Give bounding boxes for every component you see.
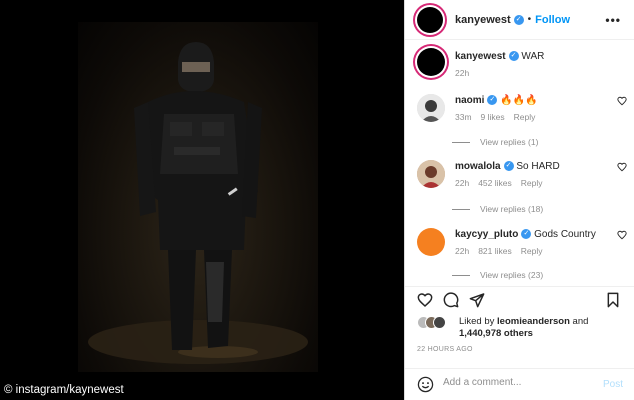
verified-badge-icon: ✓ [521, 229, 532, 240]
instagram-post: © instagram/kaynewest kanyewest ✓ • Follo… [0, 0, 634, 400]
post-side-panel: kanyewest ✓ • Follow ••• kanyewest ✓ WAR 2… [404, 0, 634, 400]
caption-username[interactable]: kanyewest [455, 51, 506, 62]
heart-icon[interactable] [617, 230, 627, 240]
smiley-icon[interactable] [417, 376, 434, 393]
liker-avatars [417, 316, 453, 329]
bookmark-icon[interactable] [605, 292, 621, 308]
caption-time: 22h [455, 68, 470, 78]
post-photo[interactable] [78, 22, 318, 372]
comment-row: naomi ✓ 🔥🔥🔥 33m 9 likes Reply [417, 94, 627, 122]
more-options-icon[interactable]: ••• [605, 13, 621, 27]
dash-divider [452, 141, 470, 143]
comment-likes[interactable]: 9 likes [481, 112, 505, 122]
verified-badge-icon: ✓ [487, 95, 498, 106]
comment-icon[interactable] [443, 292, 459, 308]
likes-conjunction: and [572, 316, 589, 327]
comment-text: 🔥🔥🔥 [500, 95, 538, 106]
likes-summary: Liked by leomieanderson and 1,440,978 ot… [417, 316, 627, 340]
header-separator: • [527, 14, 532, 25]
comment-row: kaycyy_pluto ✓ Gods Country 22h 821 likes R… [417, 228, 627, 256]
view-replies-button[interactable]: View replies (1) [452, 137, 538, 147]
author-username[interactable]: kanyewest ✓ [455, 14, 524, 26]
heart-icon[interactable] [417, 292, 433, 308]
photo-credit: © instagram/kaynewest [4, 384, 124, 396]
commenter-avatar[interactable] [417, 94, 445, 122]
reply-button[interactable]: Reply [521, 178, 543, 188]
add-comment-input[interactable] [443, 377, 593, 388]
view-replies-label: View replies (1) [480, 137, 539, 147]
comment-time: 22h [455, 246, 470, 256]
commenter-avatar[interactable] [417, 160, 445, 188]
avatar-image [417, 94, 445, 122]
view-replies-button[interactable]: View replies (18) [452, 204, 543, 214]
comment-time: 33m [455, 112, 472, 122]
comment-likes[interactable]: 821 likes [478, 246, 512, 256]
dash-divider [452, 274, 470, 276]
view-replies-label: View replies (23) [480, 270, 544, 280]
add-comment-bar: Post [405, 368, 634, 400]
likes-text: Liked by leomieanderson and 1,440,978 ot… [459, 316, 588, 340]
verified-badge-icon: ✓ [513, 14, 524, 25]
liker-username[interactable]: leomieanderson [497, 316, 570, 327]
commenter-username[interactable]: mowalola [455, 161, 501, 172]
view-replies-label: View replies (18) [480, 204, 544, 214]
share-icon[interactable] [469, 292, 485, 308]
action-bar [405, 286, 634, 310]
post-age: 22 HOURS AGO [417, 346, 473, 353]
caption-avatar[interactable] [417, 48, 445, 76]
view-replies-button[interactable]: View replies (23) [452, 270, 543, 280]
photo-figure [88, 42, 308, 364]
dash-divider [452, 208, 470, 210]
author-avatar[interactable] [417, 6, 443, 33]
commenter-username[interactable]: kaycyy_pluto [455, 229, 518, 240]
reply-button[interactable]: Reply [521, 246, 543, 256]
post-media: © instagram/kaynewest [0, 0, 404, 400]
post-header: kanyewest ✓ • Follow ••• [405, 0, 634, 40]
comment-time: 22h [455, 178, 470, 188]
verified-badge-icon: ✓ [508, 51, 519, 62]
follow-button[interactable]: Follow [535, 14, 570, 26]
likes-count[interactable]: 1,440,978 others [459, 328, 533, 339]
reply-button[interactable]: Reply [514, 112, 536, 122]
comment-row: mowalola ✓ So HARD 22h 452 likes Reply [417, 160, 627, 188]
liker-avatar [433, 316, 446, 329]
caption-row: kanyewest ✓ WAR 22h [417, 48, 627, 78]
caption-text: WAR [521, 51, 545, 62]
heart-icon[interactable] [617, 96, 627, 106]
commenter-username[interactable]: naomi [455, 95, 484, 106]
comment-text: Gods Country [534, 229, 596, 240]
comments-list: kanyewest ✓ WAR 22h naomi ✓ 🔥🔥🔥 33m 9 likes… [405, 40, 634, 286]
post-comment-button[interactable]: Post [603, 379, 623, 390]
likes-prefix: Liked by [459, 316, 495, 327]
comment-text: So HARD [516, 161, 560, 172]
avatar-image [417, 160, 445, 188]
heart-icon[interactable] [617, 162, 627, 172]
commenter-avatar[interactable] [417, 228, 445, 256]
comment-likes[interactable]: 452 likes [478, 178, 512, 188]
verified-badge-icon: ✓ [503, 161, 514, 172]
